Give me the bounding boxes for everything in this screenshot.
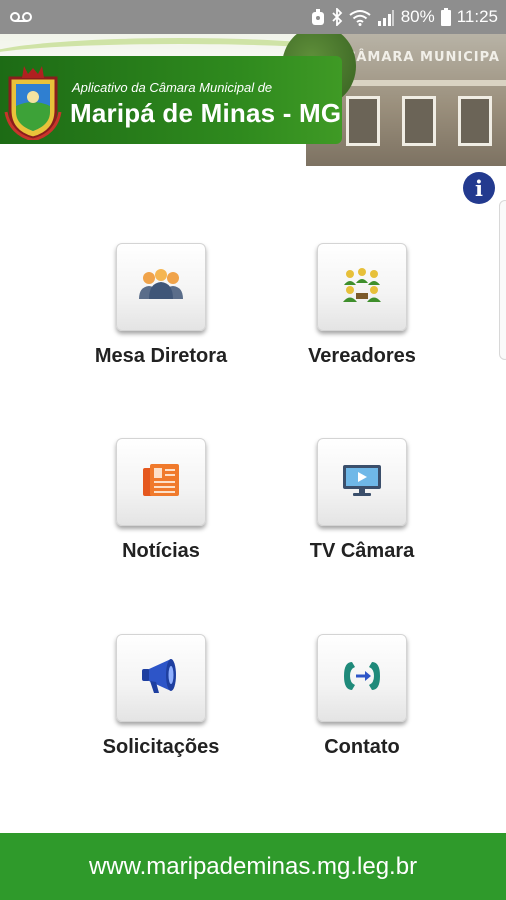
info-icon: i xyxy=(475,175,483,201)
tile-contato[interactable] xyxy=(317,634,407,722)
tile-noticias[interactable] xyxy=(116,438,206,526)
tile-solicitacoes[interactable] xyxy=(116,634,206,722)
councilors-icon xyxy=(340,267,384,308)
scroll-indicator xyxy=(499,200,506,360)
footer-website-link[interactable]: www.maripademinas.mg.leg.br xyxy=(0,833,506,900)
menu-label: Mesa Diretora xyxy=(94,345,228,367)
building-sign: CÂMARA MUNICIPA xyxy=(345,50,500,65)
building-window xyxy=(458,96,492,146)
megaphone-icon xyxy=(139,656,183,701)
battery-percent: 80% xyxy=(400,7,435,26)
phone-contact-icon xyxy=(340,658,384,699)
group-people-icon xyxy=(137,268,185,306)
municipal-crest-icon xyxy=(4,62,62,142)
tile-tv-camara[interactable] xyxy=(317,438,407,526)
voicemail-icon xyxy=(10,11,32,23)
status-bar: 80% 11:25 xyxy=(0,0,506,34)
wifi-icon xyxy=(349,9,371,26)
battery-icon xyxy=(440,8,451,26)
tv-play-icon xyxy=(341,462,383,503)
menu-label: Solicitações xyxy=(102,736,220,758)
newspaper-icon xyxy=(141,462,181,503)
banner-subtitle: Aplicativo da Câmara Municipal de xyxy=(72,80,273,95)
menu-label: Vereadores xyxy=(308,345,416,367)
banner-title: Maripá de Minas - MG xyxy=(70,98,342,128)
menu-item-tv-camara[interactable]: TV Câmara xyxy=(262,438,462,578)
menu-item-contato[interactable]: Contato xyxy=(262,634,462,774)
status-time: 11:25 xyxy=(456,7,498,26)
building-window xyxy=(346,96,380,146)
menu-label: Notícias xyxy=(122,540,200,562)
menu-item-vereadores[interactable]: Vereadores xyxy=(262,243,462,383)
menu-item-solicitacoes[interactable]: Solicitações xyxy=(61,634,261,774)
menu-item-noticias[interactable]: Notícias xyxy=(61,438,261,578)
menu-label: Contato xyxy=(324,736,400,758)
menu-item-mesa-diretora[interactable]: Mesa Diretora xyxy=(61,243,261,383)
info-button[interactable]: i xyxy=(463,172,495,204)
building-window xyxy=(402,96,436,146)
signal-icon xyxy=(377,9,395,26)
tile-vereadores[interactable] xyxy=(317,243,407,331)
footer-url: www.maripademinas.mg.leg.br xyxy=(88,852,418,880)
alarm-icon xyxy=(311,8,325,26)
status-right: 80% 11:25 xyxy=(311,7,498,27)
tile-mesa-diretora[interactable] xyxy=(116,243,206,331)
menu-label: TV Câmara xyxy=(309,540,415,562)
header-banner: CÂMARA MUNICIPA Aplicativo da Câmara Mun… xyxy=(0,34,506,166)
bluetooth-icon xyxy=(331,8,343,26)
